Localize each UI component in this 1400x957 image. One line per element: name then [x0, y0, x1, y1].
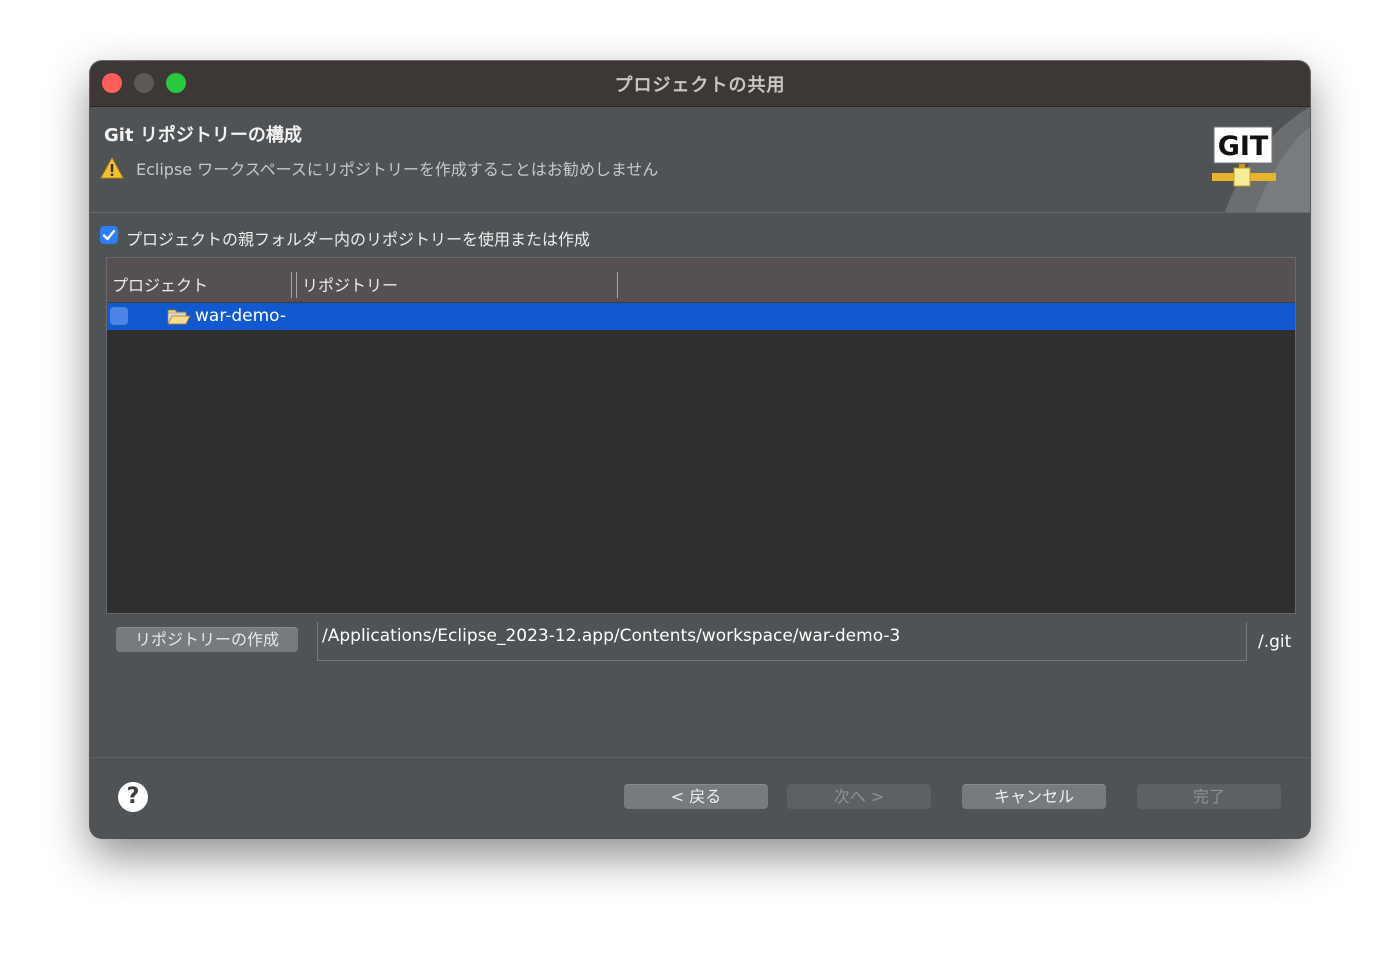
repository-path-field[interactable]: /Applications/Eclipse_2023-12.app/Conten…	[317, 622, 1247, 661]
table-row[interactable]: war-demo-	[107, 303, 1295, 330]
git-logo-text: GIT	[1218, 131, 1269, 162]
create-repository-button[interactable]: リポジトリーの作成	[116, 627, 298, 652]
warning-message: Eclipse ワークスペースにリポジトリーを作成することはお勧めしません	[136, 160, 659, 179]
column-separator	[296, 272, 297, 298]
window-title: プロジェクトの共用	[614, 75, 786, 96]
back-button[interactable]: < 戻る	[624, 784, 768, 809]
use-parent-folder-label[interactable]: プロジェクトの親フォルダー内のリポジトリーを使用または作成	[126, 226, 590, 250]
git-suffix-label: /.git	[1258, 632, 1292, 652]
column-header-repository[interactable]: リポジトリー	[302, 272, 398, 296]
column-resize-handle[interactable]	[291, 272, 292, 298]
cancel-button[interactable]: キャンセル	[962, 784, 1106, 809]
next-button[interactable]: 次へ >	[787, 784, 931, 809]
page-title: Git リポジトリーの構成	[104, 125, 302, 146]
open-folder-icon	[167, 309, 191, 325]
project-repository-table[interactable]: プロジェクト リポジトリー war-demo-	[106, 257, 1296, 614]
project-name: war-demo-	[195, 306, 287, 326]
column-resize-handle[interactable]	[617, 272, 618, 298]
share-project-dialog: プロジェクトの共用 Git リポジトリーの構成 Eclipse ワークスペースに…	[90, 61, 1310, 838]
checkmark-icon	[102, 229, 116, 241]
title-bar[interactable]: プロジェクトの共用	[90, 61, 1310, 107]
wizard-header: Git リポジトリーの構成 Eclipse ワークスペースにリポジトリーを作成す…	[90, 107, 1310, 213]
use-parent-folder-checkbox[interactable]	[100, 226, 118, 244]
table-header: プロジェクト リポジトリー	[107, 258, 1295, 303]
finish-button[interactable]: 完了	[1137, 784, 1281, 809]
footer-divider	[90, 757, 1310, 758]
row-checkbox[interactable]	[110, 307, 128, 325]
warning-icon	[100, 157, 124, 179]
help-button[interactable]: ?	[118, 782, 148, 812]
repository-path-value: /Applications/Eclipse_2023-12.app/Conten…	[322, 626, 901, 646]
column-header-project[interactable]: プロジェクト	[112, 272, 208, 296]
git-logo-icon: GIT	[1212, 107, 1310, 212]
